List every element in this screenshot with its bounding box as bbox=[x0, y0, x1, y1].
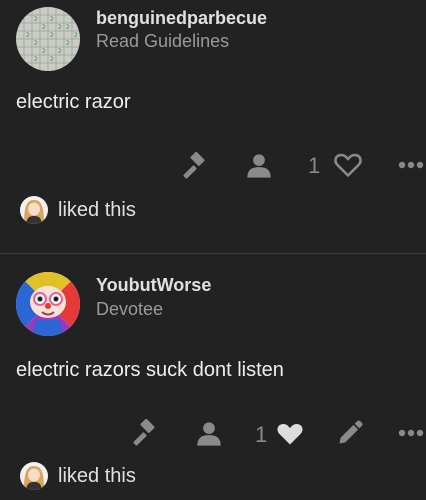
topic-thread: 222 222 222 222 22 benguinedparbecue Rea… bbox=[0, 0, 426, 500]
user-icon[interactable] bbox=[245, 152, 273, 180]
clown-avatar-icon bbox=[16, 272, 80, 336]
svg-text:2: 2 bbox=[66, 40, 70, 47]
post-1-username[interactable]: benguinedparbecue bbox=[96, 8, 267, 29]
heart-outline-icon[interactable] bbox=[334, 152, 362, 178]
post-1-avatar[interactable]: 222 222 222 222 22 bbox=[16, 7, 80, 71]
svg-text:2: 2 bbox=[66, 24, 70, 31]
svg-text:2: 2 bbox=[58, 48, 62, 55]
post-2-avatar[interactable] bbox=[16, 272, 80, 336]
post-2-user-title: Devotee bbox=[96, 299, 164, 319]
user-icon[interactable] bbox=[195, 420, 223, 448]
svg-text:2: 2 bbox=[74, 32, 78, 39]
post-2-like-count[interactable]: 1 bbox=[255, 422, 267, 448]
gavel-icon[interactable] bbox=[180, 152, 210, 182]
post-2-username[interactable]: YoubutWorse bbox=[96, 275, 211, 296]
liked-by-avatar[interactable] bbox=[20, 196, 48, 224]
svg-text:2: 2 bbox=[50, 32, 54, 39]
post-2: YoubutWorse Devotee electric razors suck… bbox=[0, 254, 426, 500]
liked-by-avatar[interactable] bbox=[20, 462, 48, 490]
liker-avatar-icon bbox=[20, 462, 48, 490]
svg-text:2: 2 bbox=[34, 40, 38, 47]
svg-text:2: 2 bbox=[42, 48, 46, 55]
svg-text:2: 2 bbox=[34, 16, 38, 23]
svg-text:2: 2 bbox=[50, 56, 54, 63]
svg-text:2: 2 bbox=[26, 32, 30, 39]
post-2-body: electric razors suck dont listen bbox=[16, 359, 284, 381]
post-1: 222 222 222 222 22 benguinedparbecue Rea… bbox=[0, 0, 426, 253]
post-1-body: electric razor bbox=[16, 91, 131, 113]
liker-avatar-icon bbox=[20, 196, 48, 224]
liked-this-label: liked this bbox=[58, 199, 136, 221]
gavel-icon[interactable] bbox=[130, 419, 160, 449]
svg-text:2: 2 bbox=[34, 56, 38, 63]
more-icon[interactable] bbox=[398, 426, 424, 440]
liked-this-label: liked this bbox=[58, 465, 136, 487]
more-icon[interactable] bbox=[398, 158, 424, 172]
svg-text:2: 2 bbox=[42, 24, 46, 31]
post-1-user-title: Read Guidelines bbox=[96, 31, 230, 51]
svg-text:2: 2 bbox=[50, 16, 54, 23]
svg-text:2: 2 bbox=[58, 24, 62, 31]
post-1-like-count[interactable]: 1 bbox=[308, 153, 320, 179]
minesweeper-avatar-icon: 222 222 222 22 2 22 bbox=[16, 7, 80, 71]
edit-icon[interactable] bbox=[336, 419, 364, 447]
heart-filled-icon[interactable] bbox=[276, 421, 304, 447]
